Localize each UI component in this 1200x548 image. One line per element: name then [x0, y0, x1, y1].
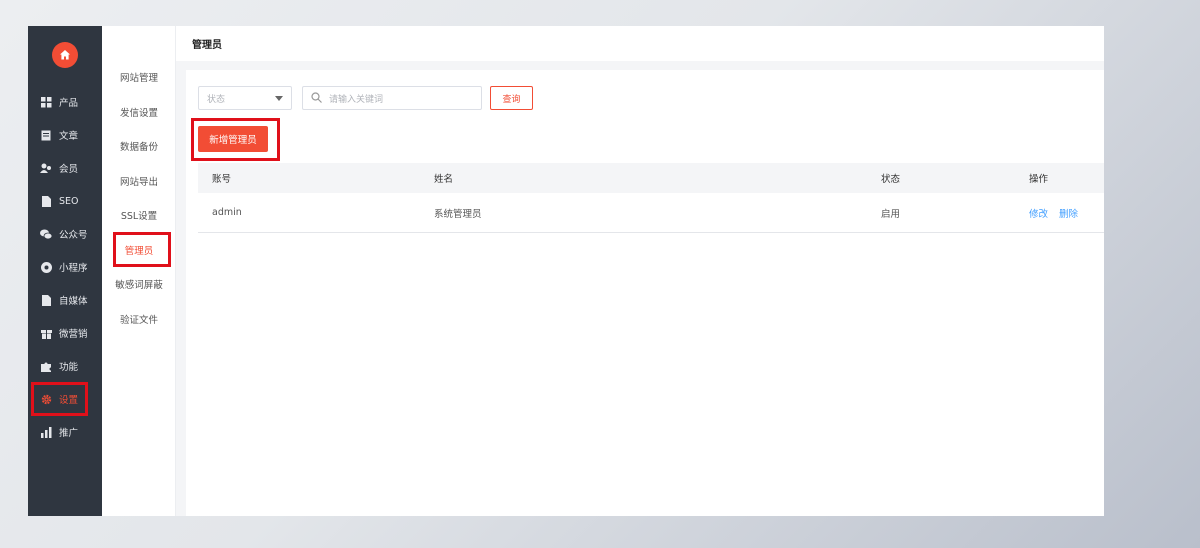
- sidebar-item-seo[interactable]: SEO: [28, 187, 102, 215]
- table-header: 账号 姓名 状态 操作: [198, 163, 1104, 193]
- delete-link[interactable]: 删除: [1059, 209, 1078, 220]
- sidebar-item-label: SEO: [59, 195, 79, 207]
- cell-account: admin: [212, 207, 242, 218]
- sidebar-item-settings[interactable]: 设置: [28, 385, 102, 413]
- edit-link[interactable]: 修改: [1029, 209, 1048, 220]
- app-window: 产品 文章 会员 SEO 公众号 小程序 自媒体 微营销 功能 设置 推广 网站…: [28, 26, 1104, 516]
- sidebar-item-label: 推广: [59, 428, 79, 439]
- grid-icon: [40, 96, 52, 108]
- sidebar-item-features[interactable]: 功能: [28, 352, 102, 380]
- file-icon: [40, 195, 52, 207]
- cell-name: 系统管理员: [434, 208, 482, 220]
- page-header: 管理员: [176, 26, 1104, 61]
- add-admin-button[interactable]: 新增管理员: [198, 126, 268, 152]
- sidebar-item-label: 自媒体: [59, 296, 88, 307]
- column-header-name: 姓名: [434, 174, 454, 185]
- search-placeholder: 请输入关键词: [329, 94, 384, 105]
- sidebar-item-promotion[interactable]: 推广: [28, 418, 102, 446]
- page-title: 管理员: [192, 40, 222, 51]
- sidebar-item-label: 功能: [59, 362, 79, 373]
- submenu-item-site-export[interactable]: 网站导出: [102, 170, 176, 192]
- miniprogram-icon: [40, 261, 52, 273]
- status-select-placeholder: 状态: [207, 94, 226, 105]
- sidebar-item-label: 设置: [59, 395, 79, 406]
- column-header-status: 状态: [881, 174, 901, 185]
- sidebar-item-label: 微营销: [59, 329, 88, 340]
- column-header-actions: 操作: [1029, 174, 1049, 185]
- status-select[interactable]: 状态: [198, 86, 292, 110]
- sidebar-item-articles[interactable]: 文章: [28, 121, 102, 149]
- sidebar-item-label: 会员: [59, 164, 79, 175]
- sidebar-item-mini-program[interactable]: 小程序: [28, 253, 102, 281]
- wechat-icon: [40, 228, 52, 240]
- sidebar-item-members[interactable]: 会员: [28, 154, 102, 182]
- sidebar-item-products[interactable]: 产品: [28, 88, 102, 116]
- caret-down-icon: [275, 96, 283, 101]
- query-button[interactable]: 查询: [490, 86, 533, 110]
- sidebar-item-label: 产品: [59, 98, 79, 109]
- submenu-item-administrators[interactable]: 管理员: [102, 239, 176, 261]
- sidebar-item-self-media[interactable]: 自媒体: [28, 286, 102, 314]
- main-content: 管理员 状态 请输入关键词 查询 新增管理员 账号 姓名 状态 操作 admin…: [176, 26, 1104, 516]
- submenu-item-ssl-settings[interactable]: SSL设置: [102, 204, 176, 226]
- settings-submenu: 网站管理 发信设置 数据备份 网站导出 SSL设置 管理员 敏感词屏蔽 验证文件: [102, 26, 176, 516]
- admin-table: 账号 姓名 状态 操作 admin 系统管理员 启用 修改 删除: [198, 163, 1104, 233]
- column-header-account: 账号: [212, 174, 232, 185]
- users-icon: [40, 162, 52, 174]
- search-icon: [311, 92, 323, 104]
- cell-actions: 修改 删除: [1029, 206, 1104, 220]
- sidebar-item-label: 文章: [59, 131, 79, 142]
- gear-icon: [40, 393, 52, 405]
- submenu-item-verification-file[interactable]: 验证文件: [102, 308, 176, 330]
- content-panel: 状态 请输入关键词 查询 新增管理员 账号 姓名 状态 操作 admin 系统管…: [186, 70, 1104, 516]
- gift-icon: [40, 327, 52, 339]
- sidebar-item-micro-marketing[interactable]: 微营销: [28, 319, 102, 347]
- home-logo-button[interactable]: [52, 42, 78, 68]
- submenu-item-sensitive-words[interactable]: 敏感词屏蔽: [102, 273, 176, 295]
- submenu-item-site-management[interactable]: 网站管理: [102, 66, 176, 88]
- puzzle-icon: [40, 360, 52, 372]
- cell-status: 启用: [881, 208, 901, 220]
- sidebar-item-official-account[interactable]: 公众号: [28, 220, 102, 248]
- document-icon: [40, 129, 52, 141]
- table-row: admin 系统管理员 启用 修改 删除: [198, 193, 1104, 233]
- submenu-item-data-backup[interactable]: 数据备份: [102, 135, 176, 157]
- chart-icon: [40, 426, 52, 438]
- file-icon: [40, 294, 52, 306]
- submenu-item-mail-settings[interactable]: 发信设置: [102, 101, 176, 123]
- keyword-search-input[interactable]: 请输入关键词: [302, 86, 482, 110]
- sidebar-item-label: 小程序: [59, 263, 88, 274]
- sidebar-item-label: 公众号: [59, 230, 88, 241]
- home-icon: [60, 50, 70, 60]
- main-sidebar: 产品 文章 会员 SEO 公众号 小程序 自媒体 微营销 功能 设置 推广: [28, 26, 102, 516]
